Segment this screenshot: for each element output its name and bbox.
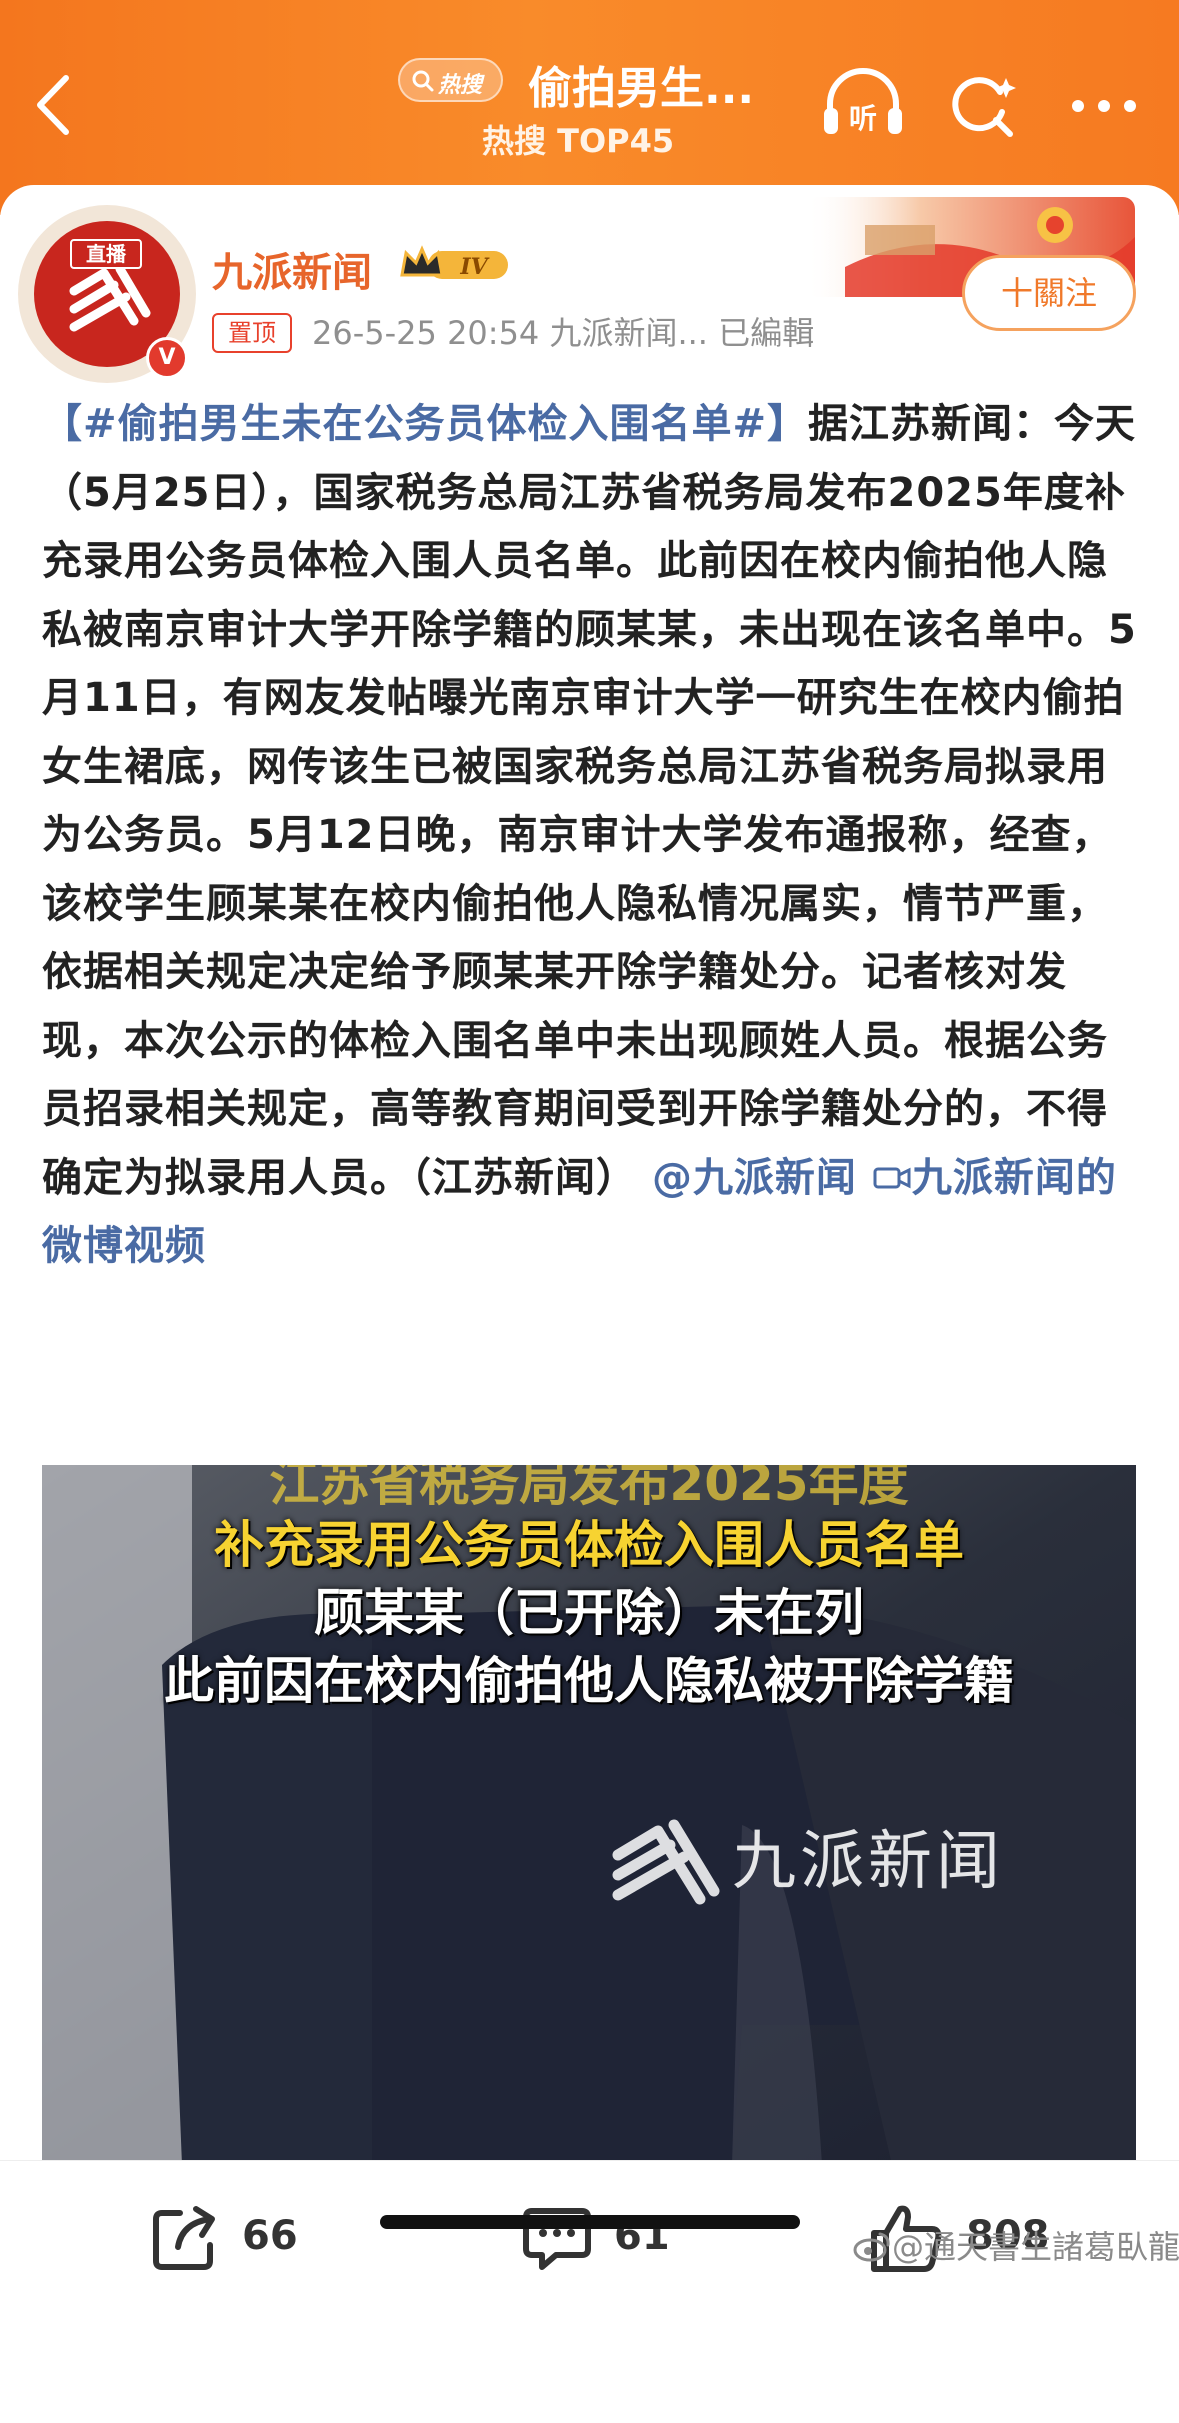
hot-search-badge: 热搜 <box>398 58 503 102</box>
search-icon <box>412 70 434 92</box>
video-camera-icon <box>873 1167 911 1188</box>
author-name[interactable]: 九派新闻 <box>212 240 372 298</box>
search-button[interactable] <box>950 72 1020 142</box>
header-title-group[interactable]: 热搜 偷拍男生... 热搜 TOP45 <box>390 50 820 160</box>
search-sparkle-icon <box>952 77 1016 137</box>
post-meta: 26-5-25 20:54 九派新闻... 已編輯 <box>312 314 815 352</box>
comment-button[interactable]: 61 <box>520 2201 680 2281</box>
pinned-tag: 置顶 <box>212 313 292 353</box>
watermark-logo-icon <box>612 1819 720 1905</box>
svg-text:听: 听 <box>849 102 877 135</box>
chevron-left-icon <box>37 75 69 135</box>
author-avatar[interactable]: 直播 V <box>18 205 196 383</box>
member-level-badge[interactable]: IV <box>398 243 516 285</box>
video-caption-yellow: 补充录用公务员体检入围人员名单 <box>214 1516 964 1574</box>
comment-icon <box>523 2208 591 2270</box>
weibo-post-page: 热搜 偷拍男生... 热搜 TOP45 听 直播 V 九派新闻 IV 置顶 26… <box>0 0 1179 2423</box>
video-watermark: 九派新闻 <box>732 1825 1004 1899</box>
svg-text:IV: IV <box>459 254 489 280</box>
crown-level-icon: IV <box>400 245 508 280</box>
source-watermark-text: @通天書生諸葛臥龍 <box>892 2228 1179 2266</box>
share-button[interactable]: 66 <box>148 2201 308 2281</box>
video-player[interactable]: 江苏省税务局发布2025年度 补充录用公务员体检入围人员名单 顾某某（已开除）未… <box>42 1465 1136 2165</box>
topic-title: 偷拍男生... <box>528 63 755 114</box>
weibo-logo-icon <box>853 2232 890 2262</box>
action-bar: 66 61 808 <box>0 2160 1179 2423</box>
live-tag: 直播 <box>70 239 142 269</box>
more-options-button[interactable] <box>1068 92 1140 120</box>
video-caption-line3: 此前因在校内偷拍他人隐私被开除学籍 <box>164 1652 1014 1710</box>
follow-button[interactable]: 十關注 <box>962 255 1136 331</box>
topic-rank: 热搜 TOP45 <box>482 122 675 160</box>
post-body: 【#偷拍男生未在公务员体检入围名单#】据江苏新闻：今天（5月25日），国家税务总… <box>42 390 1142 1281</box>
mention-link[interactable]: @九派新闻 <box>652 1155 857 1201</box>
share-count: 66 <box>242 2213 298 2259</box>
share-icon <box>153 2206 215 2270</box>
verified-badge: V <box>146 337 188 379</box>
video-caption-line2: 顾某某（已开除）未在列 <box>314 1584 864 1642</box>
hot-search-header: 热搜 偷拍男生... 热搜 TOP45 听 <box>0 0 1179 215</box>
hashtag-link[interactable]: 【#偷拍男生未在公务员体检入围名单#】 <box>42 401 808 447</box>
listen-button[interactable]: 听 <box>820 62 906 142</box>
source-watermark: @通天書生諸葛臥龍 <box>852 2222 1179 2268</box>
more-dots-icon <box>1072 100 1136 112</box>
home-indicator[interactable] <box>380 2215 800 2229</box>
hot-search-badge-label: 热搜 <box>438 73 483 98</box>
back-button[interactable] <box>28 70 78 140</box>
headphones-icon: 听 <box>824 68 902 135</box>
post-body-text: 据江苏新闻：今天（5月25日），国家税务总局江苏省税务局发布2025年度补充录用… <box>42 401 1137 1201</box>
